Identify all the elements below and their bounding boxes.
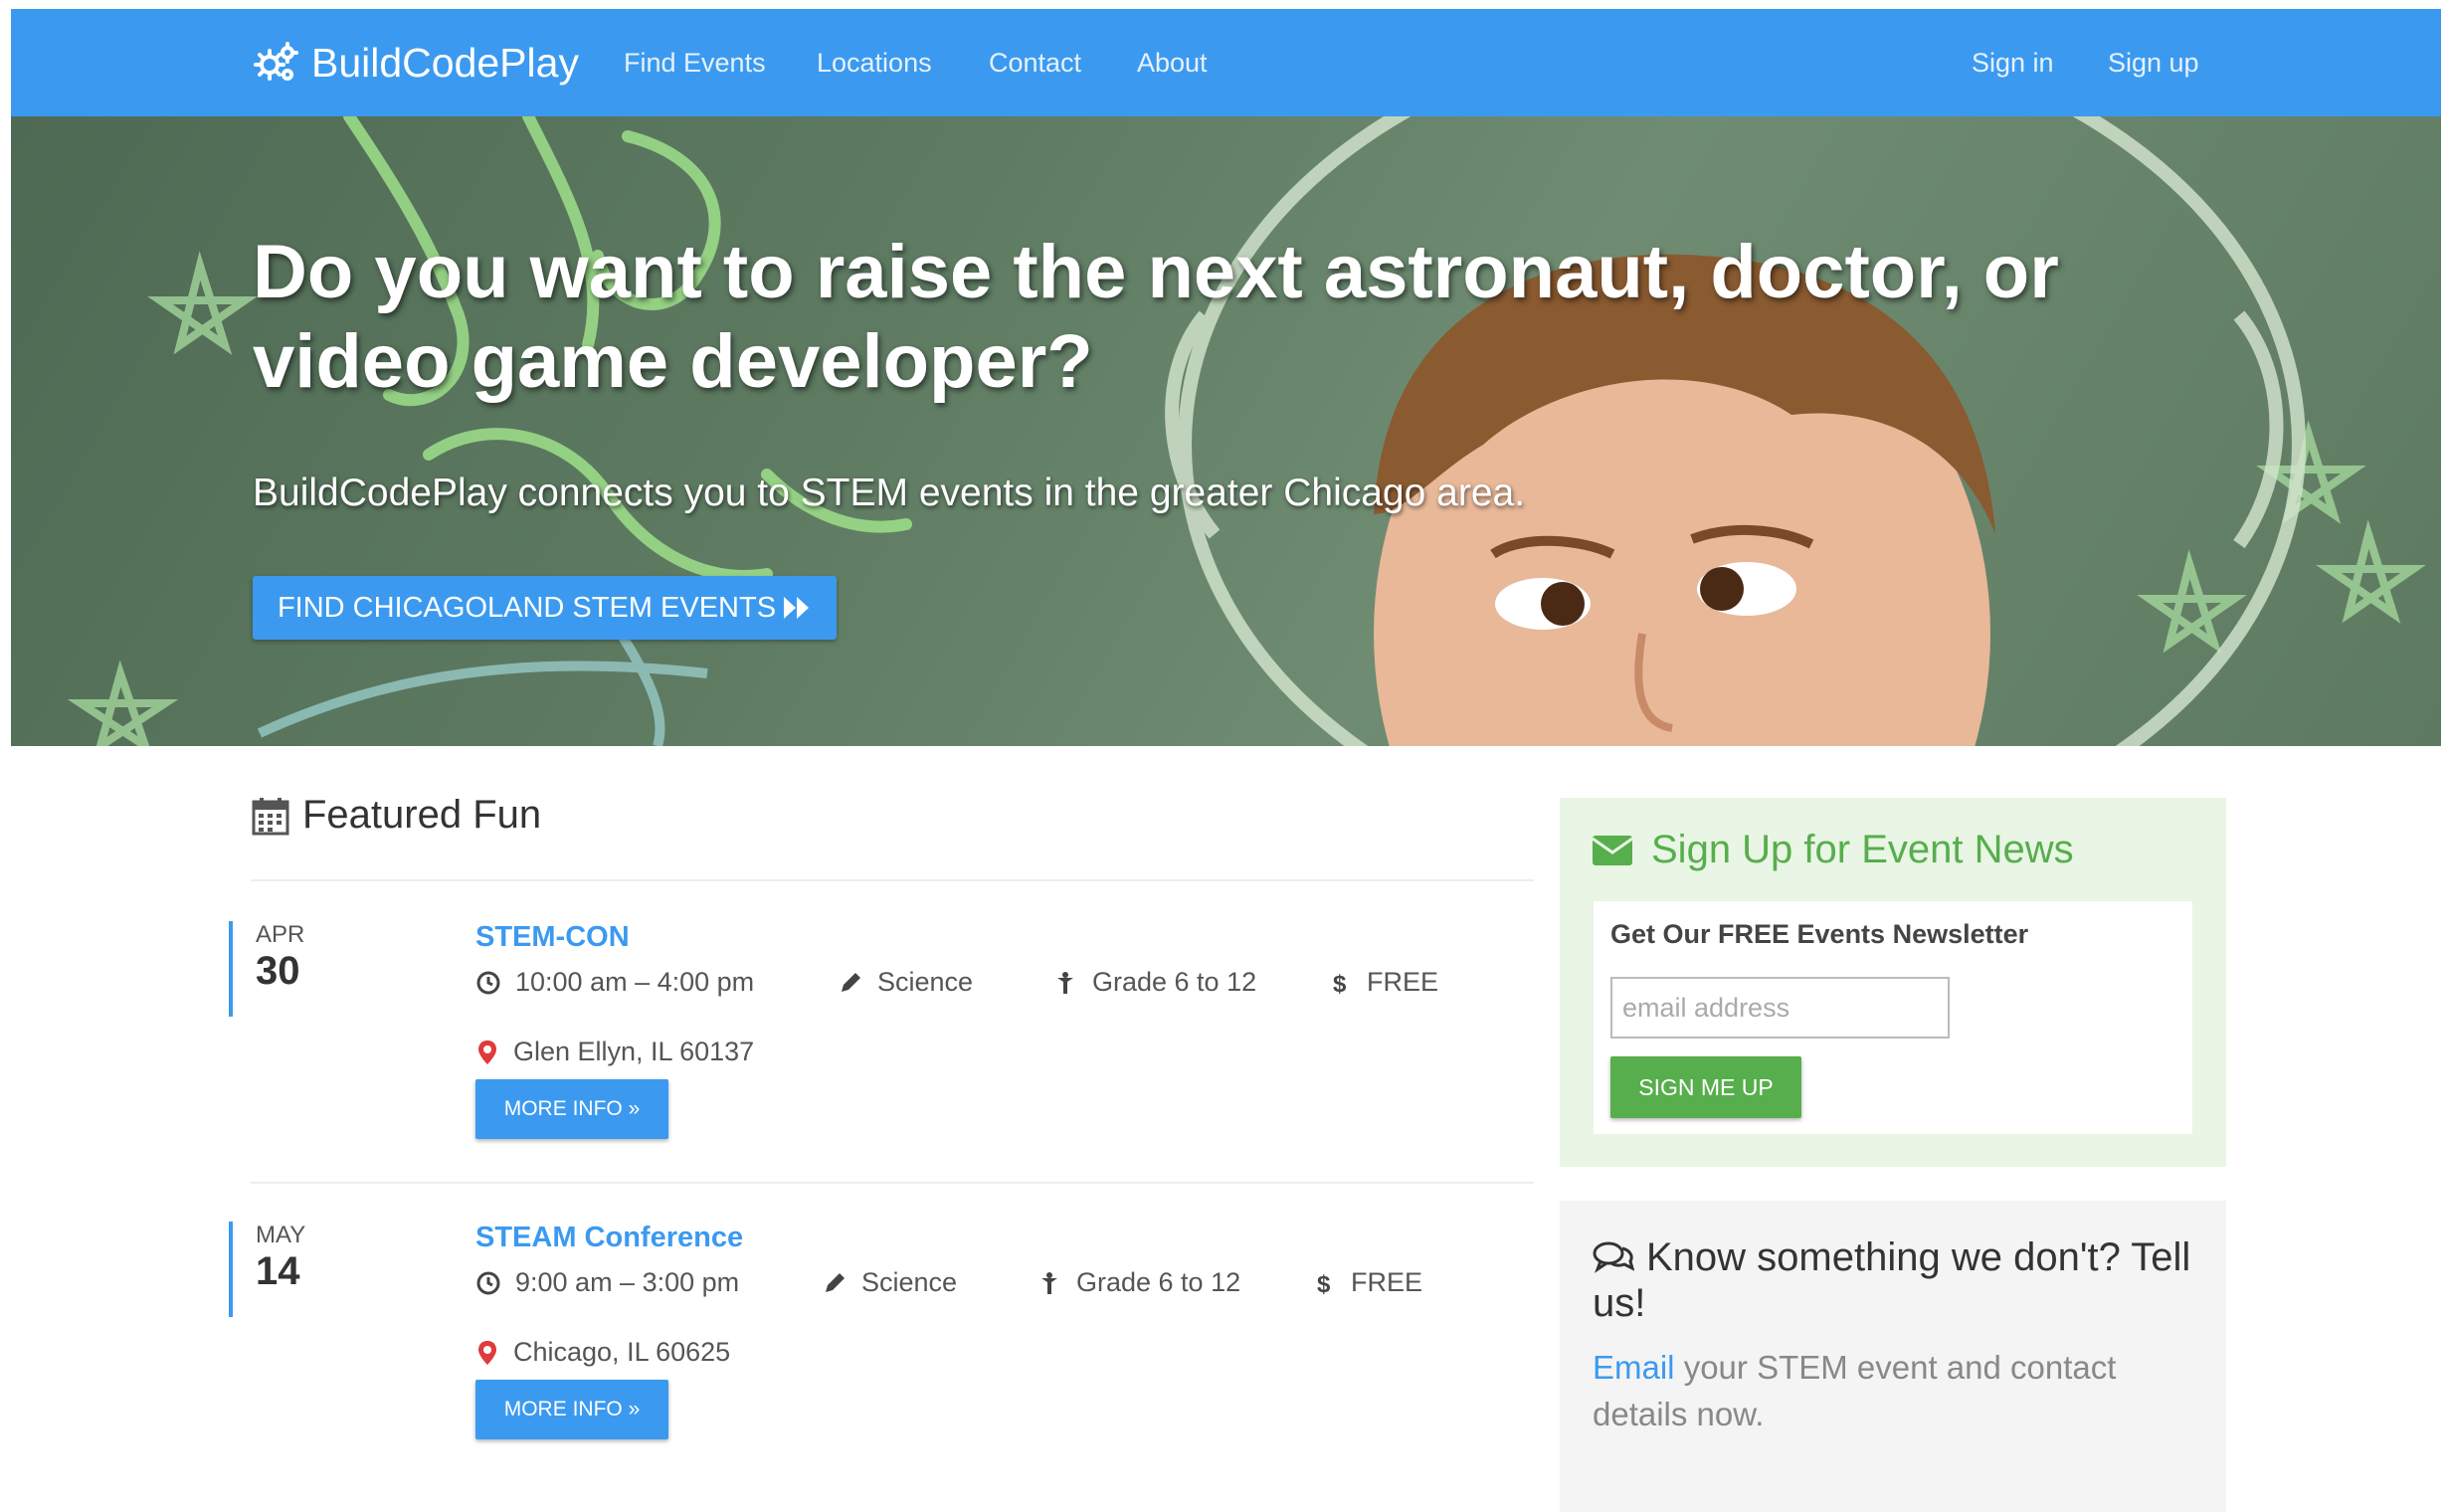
child-icon (1057, 971, 1073, 994)
tell-us-panel: Know something we don't? Tell us! Email … (1560, 1201, 2226, 1512)
event-title-link[interactable]: STEM-CON (475, 921, 630, 954)
hero-title: Do you want to raise the next astronaut,… (253, 230, 2059, 404)
newsletter-panel: Sign Up for Event News Get Our FREE Even… (1560, 798, 2226, 1167)
featured-heading: Featured Fun (251, 793, 541, 838)
nav-find-events[interactable]: Find Events (624, 9, 766, 116)
newsletter-label: Get Our FREE Events Newsletter (1610, 919, 2029, 949)
newsletter-form: Get Our FREE Events Newsletter SIGN ME U… (1594, 901, 2192, 1134)
hero-banner: Do you want to raise the next astronaut,… (11, 116, 2441, 746)
clock-icon (476, 971, 500, 994)
event-grade: Grade 6 to 12 (1036, 1267, 1240, 1298)
event-item: APR 30 STEM-CON 10:00 am – 4:00 pm Scien… (229, 921, 1542, 1180)
sign-me-up-button[interactable]: SIGN ME UP (1610, 1056, 1801, 1118)
calendar-icon (252, 797, 289, 835)
event-location: Chicago, IL 60625 (475, 1337, 730, 1368)
envelope-icon (1592, 835, 1633, 865)
newsletter-title: Sign Up for Event News (1592, 828, 2074, 872)
map-marker-icon (478, 1040, 496, 1064)
svg-text:$: $ (1317, 1271, 1331, 1296)
divider (251, 879, 1534, 881)
email-input[interactable] (1610, 977, 1950, 1039)
child-icon (1041, 1271, 1057, 1294)
brand-name: BuildCodePlay (311, 39, 579, 86)
event-time: 10:00 am – 4:00 pm (475, 967, 754, 998)
svg-text:$: $ (1333, 971, 1347, 996)
top-navbar: BuildCodePlay Find Events Locations Cont… (11, 9, 2441, 116)
dollar-icon: $ (1317, 1271, 1331, 1296)
event-subject: Science (838, 967, 973, 998)
sign-in-link[interactable]: Sign in (1972, 9, 2054, 116)
event-item: MAY 14 STEAM Conference 9:00 am – 3:00 p… (229, 1222, 1542, 1480)
find-events-cta-button[interactable]: FIND CHICAGOLAND STEM EVENTS (253, 576, 837, 640)
event-price: $ FREE (1311, 1267, 1422, 1298)
event-title-link[interactable]: STEAM Conference (475, 1222, 743, 1254)
map-marker-icon (478, 1340, 496, 1365)
tell-us-text: Email your STEM event and contact detail… (1593, 1349, 2117, 1432)
date-accent-bar (229, 921, 233, 1017)
more-info-button[interactable]: MORE INFO » (475, 1079, 668, 1139)
more-info-button[interactable]: MORE INFO » (475, 1380, 668, 1439)
tell-us-title: Know something we don't? Tell us! (1593, 1235, 2191, 1325)
event-subject: Science (822, 1267, 957, 1298)
fast-forward-icon (784, 597, 810, 619)
event-day: 30 (256, 949, 300, 993)
cta-label: FIND CHICAGOLAND STEM EVENTS (277, 591, 777, 624)
featured-heading-label: Featured Fun (302, 793, 542, 837)
event-time: 9:00 am – 3:00 pm (475, 1267, 739, 1298)
hero-chalkboard-image (67, 116, 2426, 746)
gears-icon (254, 42, 298, 81)
event-location: Glen Ellyn, IL 60137 (475, 1037, 754, 1067)
brand-logo[interactable]: BuildCodePlay (252, 9, 579, 116)
hero-subtitle: BuildCodePlay connects you to STEM event… (253, 472, 1526, 514)
nav-contact[interactable]: Contact (989, 9, 1081, 116)
event-price: $ FREE (1327, 967, 1438, 998)
comments-icon (1593, 1241, 1635, 1273)
event-month: APR (256, 921, 305, 948)
nav-locations[interactable]: Locations (817, 9, 932, 116)
event-month: MAY (256, 1222, 306, 1248)
pencil-icon (826, 1272, 845, 1292)
email-link[interactable]: Email (1593, 1349, 1675, 1386)
clock-icon (476, 1271, 500, 1294)
event-grade: Grade 6 to 12 (1052, 967, 1256, 998)
event-day: 14 (256, 1249, 300, 1293)
pencil-icon (842, 972, 860, 992)
date-accent-bar (229, 1222, 233, 1317)
sign-up-link[interactable]: Sign up (2108, 9, 2199, 116)
nav-about[interactable]: About (1137, 9, 1208, 116)
dollar-icon: $ (1333, 971, 1347, 996)
divider (251, 1182, 1534, 1184)
